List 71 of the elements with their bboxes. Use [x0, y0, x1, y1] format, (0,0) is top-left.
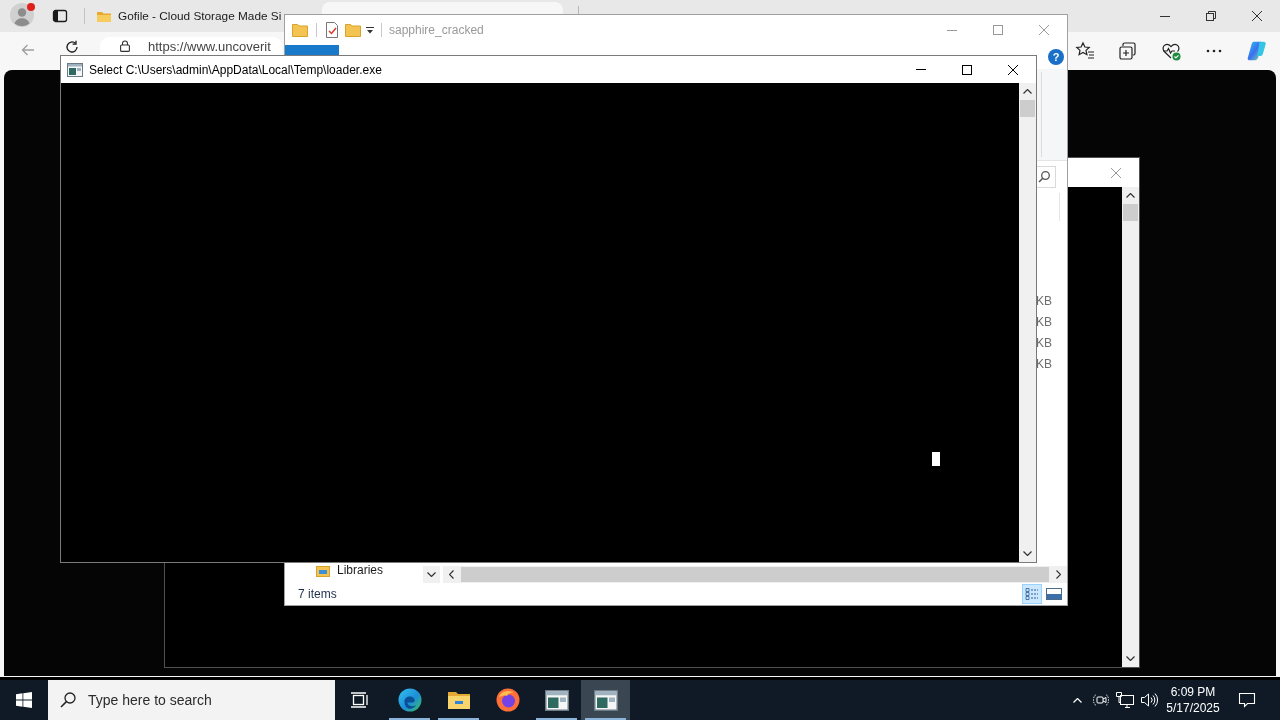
checked-document-icon[interactable]: [325, 22, 339, 38]
chevron-up-icon: [1126, 193, 1135, 198]
chevron-right-icon: [1056, 570, 1061, 579]
dropdown-caret-icon[interactable]: [366, 26, 374, 34]
app-window-icon: [544, 689, 569, 711]
refresh-icon[interactable]: [65, 40, 79, 54]
chevron-down-icon: [427, 572, 436, 577]
details-view-icon: [1025, 587, 1039, 601]
minimize-icon: [947, 29, 957, 31]
item-count: 7 items: [298, 587, 337, 601]
view-button[interactable]: [1022, 584, 1042, 604]
maximize-icon: [993, 25, 1003, 35]
lock-icon: [120, 40, 130, 52]
close-icon: [1008, 64, 1018, 75]
clock-date[interactable]: 5/17/2025: [1166, 700, 1220, 716]
search-field[interactable]: Type here to search: [48, 680, 335, 720]
squares-plus-icon[interactable]: [1118, 41, 1138, 61]
maximize-icon: [962, 64, 972, 75]
close-icon: [1039, 25, 1049, 35]
restore-icon: [1206, 11, 1216, 21]
chevron-down-icon: [1126, 656, 1135, 661]
avatar-icon[interactable]: [10, 3, 34, 27]
close-icon: [1111, 167, 1121, 178]
browser-logo-icon: [397, 688, 422, 712]
scrollbar-thumb[interactable]: [1020, 100, 1035, 117]
speaker-icon: [1140, 692, 1158, 708]
clock-time[interactable]: 6:09 PM: [1170, 684, 1216, 700]
folder-icon: [97, 10, 111, 22]
horizontal-scrollbar[interactable]: [443, 566, 1067, 583]
library-icon: [316, 563, 330, 577]
size-cell-text: KB: [1036, 314, 1052, 331]
address-field[interactable]: https://www.uncoverit: [100, 37, 282, 55]
heart-pulse-icon[interactable]: [1161, 41, 1181, 61]
minimize-icon: [1160, 15, 1170, 17]
size-cell-text: KB: [1036, 356, 1052, 373]
windows-logo-icon: [16, 692, 32, 708]
close-icon: [1252, 11, 1262, 21]
scrollbar[interactable]: [1019, 83, 1036, 562]
help-button[interactable]: ?: [1048, 49, 1064, 65]
nav-item[interactable]: Libraries: [285, 563, 384, 577]
search-icon: [1038, 171, 1050, 183]
network-icon: [1116, 692, 1134, 708]
window-title: Select C:\Users\admin\AppData\Local\Temp\loader.exe: [89, 62, 382, 77]
search-icon: [60, 692, 76, 708]
app-logo-icon[interactable]: [1247, 41, 1267, 61]
chevron-down-icon: [1023, 551, 1032, 556]
notification-dot-icon: [27, 3, 35, 11]
app-window-icon: [67, 62, 83, 77]
window-stack-icon: [351, 692, 369, 708]
size-cell-text: KB: [1036, 335, 1052, 352]
size-cell-text: KB: [1036, 293, 1052, 310]
camera-icon: [1093, 692, 1109, 708]
star-list-icon[interactable]: [1075, 41, 1095, 61]
app-window-icon: [593, 689, 618, 711]
large-icons-view-icon: [1046, 588, 1062, 600]
minimize-icon: [916, 69, 926, 70]
browser-tab[interactable]: Gofile - Cloud Storage Made Si: [88, 2, 284, 30]
scrollbar-thumb[interactable]: [461, 567, 1049, 582]
taskbar-button[interactable]: [581, 680, 630, 720]
chevron-up-icon: [1023, 89, 1032, 94]
folder-icon: [292, 23, 308, 37]
chevron-up-icon: [1072, 697, 1082, 703]
chevron-left-icon: [449, 570, 454, 579]
scrollbar[interactable]: [1122, 187, 1139, 667]
folder-icon: [446, 690, 471, 710]
speech-bubble-icon: [1238, 692, 1256, 708]
sidebar-panel-icon: [52, 8, 68, 24]
scrollbar-thumb[interactable]: [1123, 204, 1138, 221]
window-title: sapphire_cracked: [389, 23, 484, 37]
browser-logo-icon: [495, 688, 520, 712]
scroll-down-button[interactable]: [423, 566, 440, 583]
